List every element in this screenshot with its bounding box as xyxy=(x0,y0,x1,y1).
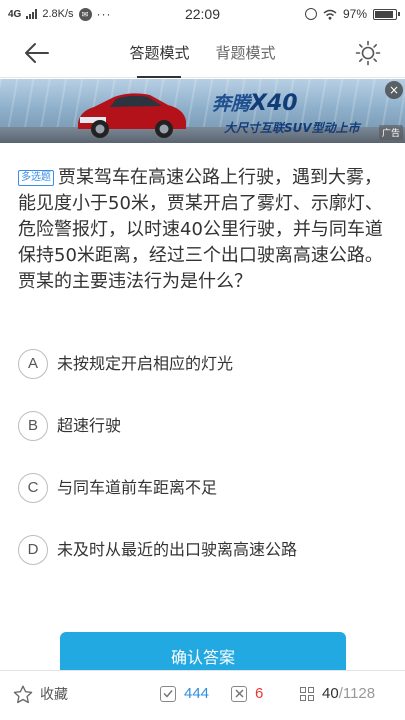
correct-count-value: 444 xyxy=(184,685,210,702)
ad-close-button[interactable]: × xyxy=(385,81,403,99)
option-c[interactable]: C 与同车道前车距离不足 xyxy=(18,473,388,535)
wrong-count[interactable]: 6 xyxy=(231,685,263,702)
answer-options: A 未按规定开启相应的灯光 B 超速行驶 C 与同车道前车距离不足 D 未及时从… xyxy=(18,349,388,597)
grid-icon xyxy=(300,686,314,701)
mode-tabs: 答题模式 背题模式 xyxy=(0,28,405,78)
question-type-badge: 多选题 xyxy=(18,170,54,186)
battery-percent: 97% xyxy=(342,7,367,21)
battery-icon xyxy=(373,8,400,20)
favorite-label: 收藏 xyxy=(40,687,68,703)
question-progress[interactable]: 40/1128 xyxy=(300,685,375,702)
status-right: 97% xyxy=(304,7,400,21)
correct-count[interactable]: 444 xyxy=(160,685,209,702)
option-a[interactable]: A 未按规定开启相应的灯光 xyxy=(18,349,388,411)
option-text: 未按规定开启相应的灯光 xyxy=(57,354,234,373)
check-icon xyxy=(160,685,176,702)
current-question-number: 40 xyxy=(322,685,339,702)
option-letter: C xyxy=(18,473,48,503)
option-b[interactable]: B 超速行驶 xyxy=(18,411,388,473)
status-bar: 4G 2.8K/s ✉ ··· 22:09 97% xyxy=(0,0,405,28)
car-image xyxy=(78,93,186,138)
option-letter: A xyxy=(18,349,48,379)
ad-label: 广告 xyxy=(378,125,403,140)
option-text: 超速行驶 xyxy=(57,416,122,435)
ad-slogan: 大尺寸互联SUV型动上市 xyxy=(224,121,360,135)
question-stem: 多选题 贾某驾车在高速公路上行驶，遇到大雾，能见度小于50米，贾某开启了雾灯、示廓… xyxy=(18,165,388,295)
alarm-icon xyxy=(304,8,317,20)
ad-brand-name: 奔腾 xyxy=(212,93,251,115)
option-letter: D xyxy=(18,535,48,565)
bottom-bar: 收藏 444 6 40/1128 xyxy=(0,670,405,720)
option-d[interactable]: D 未及时从最近的出口驶离高速公路 xyxy=(18,535,388,597)
top-nav: 答题模式 背题模式 xyxy=(0,28,405,78)
wrong-count-value: 6 xyxy=(255,685,264,702)
wifi-icon xyxy=(323,9,337,20)
question-text: 贾某驾车在高速公路上行驶，遇到大雾，能见度小于50米，贾某开启了雾灯、示廓灯、危… xyxy=(18,167,383,292)
option-text: 与同车道前车距离不足 xyxy=(57,478,218,497)
star-icon xyxy=(13,685,33,703)
tab-answer-mode[interactable]: 答题模式 xyxy=(127,28,191,78)
ad-brand: 奔腾X40 xyxy=(212,89,298,116)
brightness-icon[interactable] xyxy=(355,40,381,66)
tab-recite-mode[interactable]: 背题模式 xyxy=(214,28,278,78)
option-letter: B xyxy=(18,411,48,441)
ad-banner[interactable]: 奔腾X40 大尺寸互联SUV型动上市 × 广告 xyxy=(0,79,405,143)
option-text: 未及时从最近的出口驶离高速公路 xyxy=(57,540,298,559)
ad-model: X40 xyxy=(250,91,298,116)
favorite-button[interactable]: 收藏 xyxy=(13,684,68,704)
total-questions: /1128 xyxy=(338,685,376,702)
cross-icon xyxy=(231,685,247,702)
